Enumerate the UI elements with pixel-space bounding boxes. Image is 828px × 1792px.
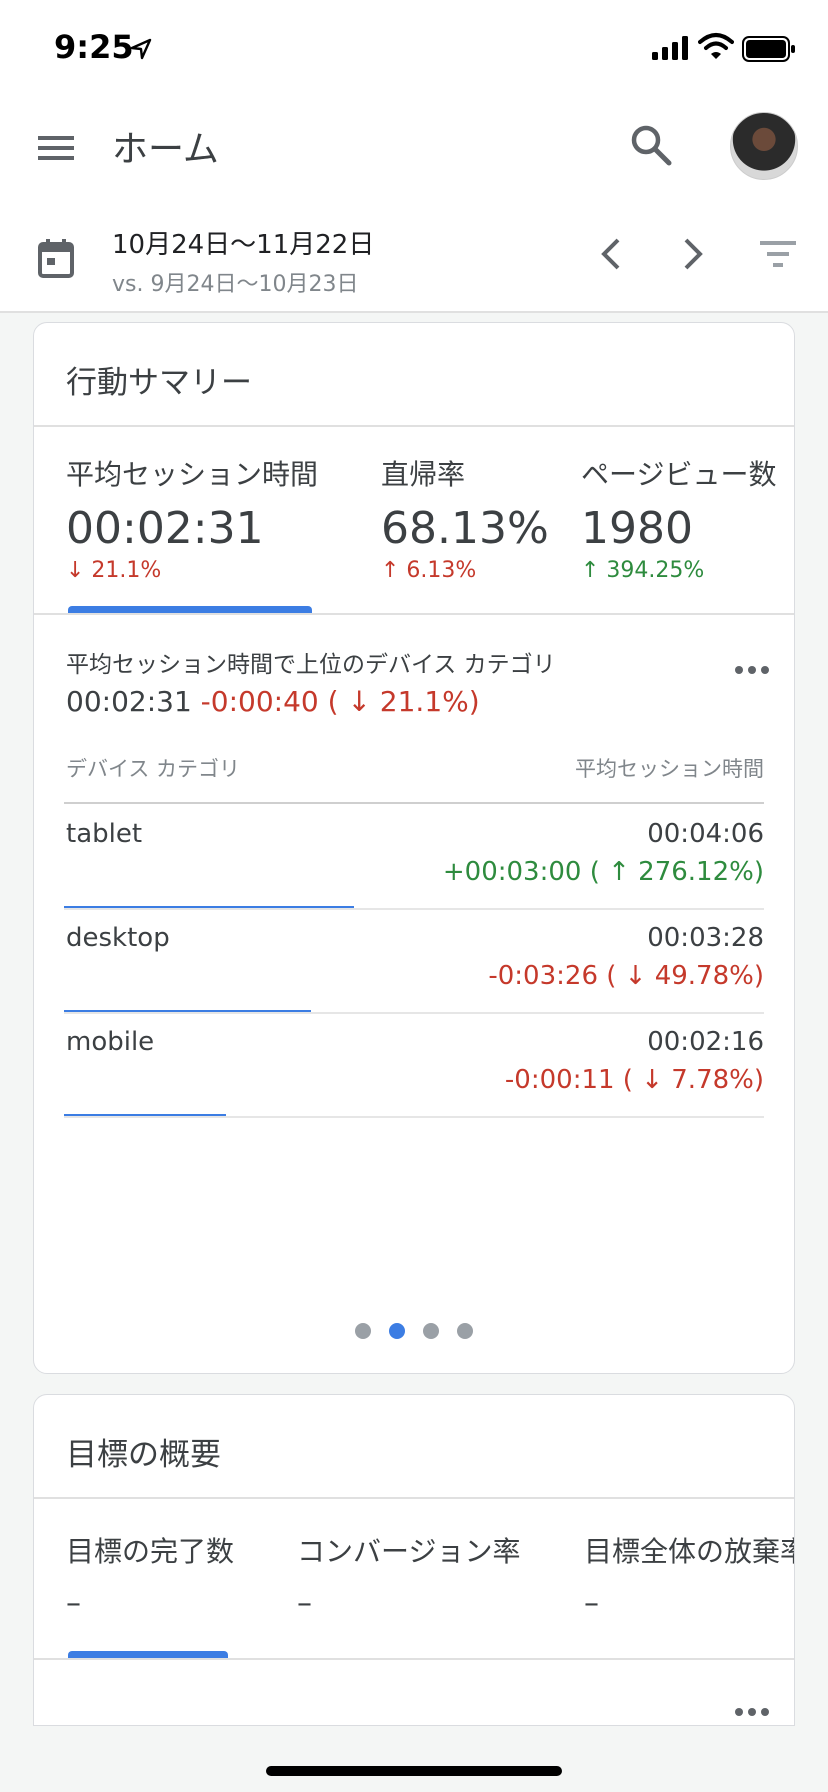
metric-label: コンバージョン率 bbox=[297, 1535, 521, 1568]
goals-overview-card: 目標の概要 目標の完了数 – コンバージョン率 – 目標全体の放棄率 – bbox=[33, 1394, 795, 1726]
detail-total: 00:02:31 bbox=[66, 685, 192, 718]
more-options-icon[interactable] bbox=[734, 1705, 770, 1719]
metric-change: ↑ 6.13% bbox=[381, 558, 477, 583]
page-dot[interactable] bbox=[457, 1323, 473, 1339]
compare-range: vs. 9月24日〜10月23日 bbox=[112, 272, 359, 297]
chevron-left-icon[interactable] bbox=[594, 234, 630, 274]
behavior-summary-card: 行動サマリー 平均セッション時間 00:02:31 ↓ 21.1% 直帰率 68… bbox=[33, 322, 795, 1374]
status-bar: 9:25 bbox=[0, 0, 828, 100]
selected-tab-indicator bbox=[68, 606, 312, 613]
divider bbox=[34, 1497, 794, 1499]
detail-value: 00:02:31 -0:00:40 ( ↓ 21.1%) bbox=[66, 685, 480, 718]
row-device: desktop bbox=[66, 923, 170, 953]
divider bbox=[34, 1658, 794, 1660]
row-change: -0:03:26 ( ↓ 49.78%) bbox=[488, 961, 764, 991]
search-icon[interactable] bbox=[628, 122, 674, 168]
metric-bounce-rate[interactable]: 直帰率 68.13% ↑ 6.13% bbox=[381, 453, 549, 583]
metric-change: ↑ 394.25% bbox=[581, 558, 705, 583]
metric-label: 目標全体の放棄率 bbox=[584, 1535, 795, 1568]
chevron-right-icon[interactable] bbox=[674, 234, 710, 274]
card-title: 目標の概要 bbox=[66, 1437, 221, 1473]
divider bbox=[64, 802, 764, 804]
row-device: mobile bbox=[66, 1027, 155, 1057]
divider bbox=[64, 908, 764, 910]
date-range-bar: 10月24日〜11月22日 vs. 9月24日〜10月23日 bbox=[0, 210, 828, 313]
divider bbox=[34, 425, 794, 427]
row-change: +00:03:00 ( ↑ 276.12%) bbox=[442, 857, 764, 887]
selected-tab-indicator bbox=[68, 1651, 228, 1658]
page-dot[interactable] bbox=[355, 1323, 371, 1339]
filter-icon[interactable] bbox=[758, 236, 798, 272]
row-change: -0:00:11 ( ↓ 7.78%) bbox=[504, 1065, 764, 1095]
metric-pageviews[interactable]: ページビュー数 1980 ↑ 394.25% bbox=[581, 453, 776, 583]
calendar-icon[interactable] bbox=[38, 238, 74, 278]
app-bar: ホーム bbox=[0, 100, 828, 210]
status-time: 9:25 bbox=[54, 28, 134, 66]
metric-label: ページビュー数 bbox=[581, 458, 777, 491]
page-dot[interactable] bbox=[423, 1323, 439, 1339]
date-range[interactable]: 10月24日〜11月22日 bbox=[112, 224, 374, 261]
metric-label: 目標の完了数 bbox=[66, 1535, 235, 1568]
metric-avg-session-duration[interactable]: 平均セッション時間 00:02:31 ↓ 21.1% bbox=[66, 453, 318, 583]
metric-label: 平均セッション時間 bbox=[66, 458, 319, 491]
battery-icon bbox=[742, 36, 795, 62]
row-value: 00:02:16 bbox=[647, 1027, 764, 1057]
home-indicator[interactable] bbox=[266, 1766, 562, 1776]
column-header-duration[interactable]: 平均セッション時間 bbox=[575, 753, 764, 783]
metric-value: – bbox=[297, 1586, 312, 1621]
divider bbox=[34, 613, 794, 615]
metric-value: 68.13% bbox=[381, 503, 549, 554]
metric-value: 1980 bbox=[581, 503, 693, 554]
page-indicator bbox=[34, 1323, 794, 1343]
metric-abandonment-rate[interactable]: 目標全体の放棄率 – bbox=[584, 1530, 795, 1621]
location-arrow-icon bbox=[130, 38, 152, 60]
metric-conversion-rate[interactable]: コンバージョン率 – bbox=[297, 1530, 520, 1621]
column-header-device[interactable]: デバイス カテゴリ bbox=[66, 753, 240, 783]
divider bbox=[64, 1116, 764, 1118]
cellular-signal-icon bbox=[652, 36, 688, 60]
detail-title: 平均セッション時間で上位のデバイス カテゴリ bbox=[66, 652, 556, 678]
metric-value: – bbox=[584, 1586, 599, 1621]
row-device: tablet bbox=[66, 819, 143, 849]
metric-label: 直帰率 bbox=[381, 458, 466, 491]
hamburger-menu-icon[interactable] bbox=[36, 128, 76, 168]
row-value: 00:03:28 bbox=[647, 923, 764, 953]
page-dot-active[interactable] bbox=[389, 1323, 405, 1339]
row-value: 00:04:06 bbox=[647, 819, 764, 849]
user-avatar[interactable] bbox=[730, 112, 798, 180]
wifi-icon bbox=[698, 33, 734, 59]
divider bbox=[64, 1012, 764, 1014]
detail-delta: -0:00:40 ( ↓ 21.1%) bbox=[200, 685, 480, 718]
metric-value: 00:02:31 bbox=[66, 503, 264, 554]
metric-goal-completions[interactable]: 目標の完了数 – bbox=[66, 1530, 234, 1621]
metric-change: ↓ 21.1% bbox=[66, 558, 162, 583]
more-options-icon[interactable] bbox=[734, 663, 770, 677]
metric-value: – bbox=[66, 1586, 81, 1621]
page-title: ホーム bbox=[112, 129, 219, 170]
card-title: 行動サマリー bbox=[66, 365, 252, 401]
